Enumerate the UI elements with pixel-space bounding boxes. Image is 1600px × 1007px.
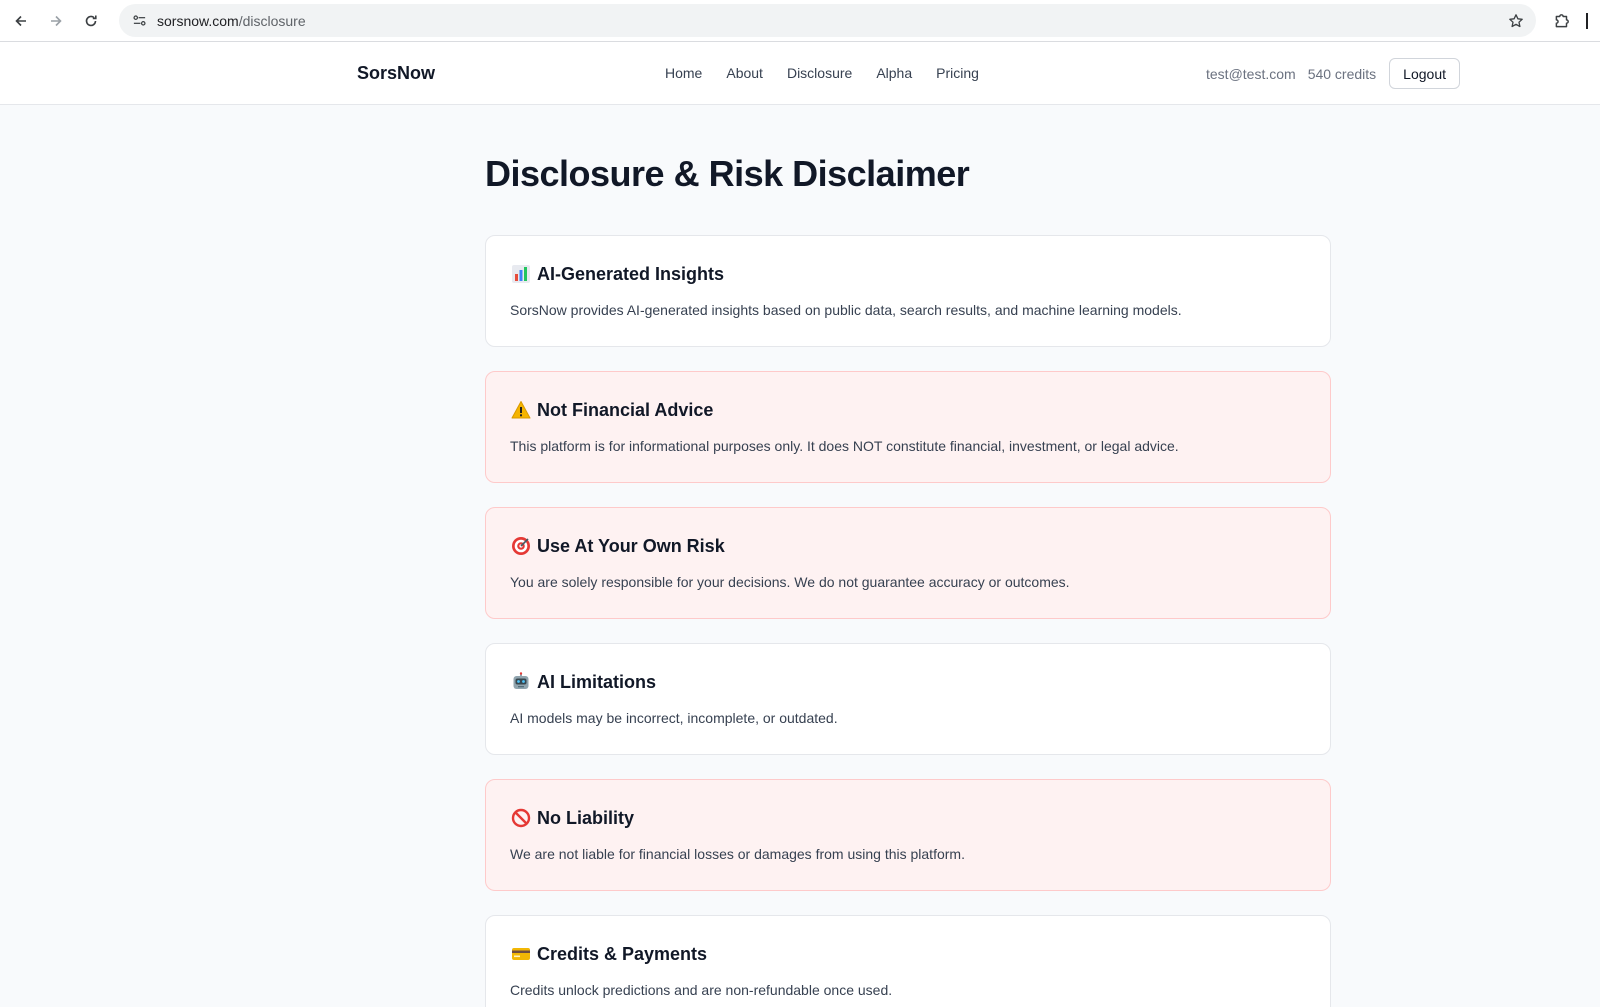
- nav-link-home[interactable]: Home: [665, 65, 702, 81]
- back-button[interactable]: [6, 6, 36, 36]
- nav-link-about[interactable]: About: [726, 65, 763, 81]
- logout-button[interactable]: Logout: [1389, 58, 1460, 89]
- card-ai-limitations: AI Limitations AI models may be incorrec…: [485, 643, 1331, 755]
- card-not-financial-advice: Not Financial Advice This platform is fo…: [485, 371, 1331, 483]
- card-title-text: AI-Generated Insights: [537, 263, 725, 284]
- card-text: AI models may be incorrect, incomplete, …: [510, 710, 838, 726]
- reload-icon: [85, 15, 97, 26]
- toolbar-divider: [1586, 12, 1588, 29]
- card-title-text: Use At Your Own Risk: [537, 535, 725, 556]
- card-title: Not Financial Advice: [510, 399, 1306, 421]
- main-nav: Home About Disclosure Alpha Pricing: [665, 65, 1003, 81]
- card-text: We are not liable for financial losses o…: [510, 846, 965, 862]
- card-ai-insights: AI-Generated Insights SorsNow provides A…: [485, 235, 1331, 347]
- card-title: Use At Your Own Risk: [510, 535, 1306, 557]
- target-icon: [510, 535, 532, 557]
- bar-chart-icon: [510, 263, 532, 285]
- card-title: AI Limitations: [510, 671, 1306, 693]
- user-area: test@test.com 540 credits Logout: [1206, 58, 1460, 89]
- main-content: Disclosure & Risk Disclaimer AI-Generate…: [485, 105, 1331, 1007]
- page-title: Disclosure & Risk Disclaimer: [485, 153, 970, 194]
- extensions-puzzle-icon[interactable]: [1550, 9, 1574, 33]
- credit-card-icon: [510, 943, 532, 965]
- nav-link-pricing[interactable]: Pricing: [936, 65, 979, 81]
- card-text: This platform is for informational purpo…: [510, 438, 1179, 454]
- card-credits-payments: Credits & Payments Credits unlock predic…: [485, 915, 1331, 1007]
- card-no-liability: No Liability We are not liable for finan…: [485, 779, 1331, 891]
- reload-button[interactable]: [76, 6, 106, 36]
- card-title-text: Not Financial Advice: [537, 399, 714, 420]
- card-own-risk: Use At Your Own Risk You are solely resp…: [485, 507, 1331, 619]
- card-title-text: No Liability: [537, 807, 635, 828]
- site-settings-icon[interactable]: [129, 11, 149, 31]
- url-path: /disclosure: [238, 12, 306, 29]
- card-text: You are solely responsible for your deci…: [510, 574, 1070, 590]
- card-title-text: Credits & Payments: [537, 943, 708, 964]
- address-bar[interactable]: sorsnow.com/disclosure: [119, 4, 1536, 37]
- nav-link-alpha[interactable]: Alpha: [876, 65, 912, 81]
- card-title: AI-Generated Insights: [510, 263, 1306, 285]
- forward-button[interactable]: [41, 6, 71, 36]
- card-text: SorsNow provides AI-generated insights b…: [510, 302, 1182, 318]
- brand-logo[interactable]: SorsNow: [357, 63, 435, 84]
- card-title: No Liability: [510, 807, 1306, 829]
- arrow-left-icon: [15, 15, 26, 26]
- browser-toolbar: sorsnow.com/disclosure: [0, 0, 1600, 42]
- card-title-text: AI Limitations: [537, 671, 657, 692]
- credits-count: 540 credits: [1307, 65, 1377, 82]
- card-text: Credits unlock predictions and are non-r…: [510, 982, 893, 998]
- url-host: sorsnow.com: [157, 12, 239, 29]
- user-email: test@test.com: [1206, 65, 1296, 82]
- site-header: SorsNow Home About Disclosure Alpha Pric…: [0, 42, 1600, 105]
- url-text: sorsnow.com/disclosure: [157, 13, 1506, 29]
- robot-icon: [510, 671, 532, 693]
- nav-link-disclosure[interactable]: Disclosure: [787, 65, 852, 81]
- warning-icon: [510, 399, 532, 421]
- arrow-right-icon: [51, 15, 62, 26]
- card-title: Credits & Payments: [510, 943, 1306, 965]
- prohibited-icon: [510, 807, 532, 829]
- bookmark-star-icon[interactable]: [1506, 11, 1526, 31]
